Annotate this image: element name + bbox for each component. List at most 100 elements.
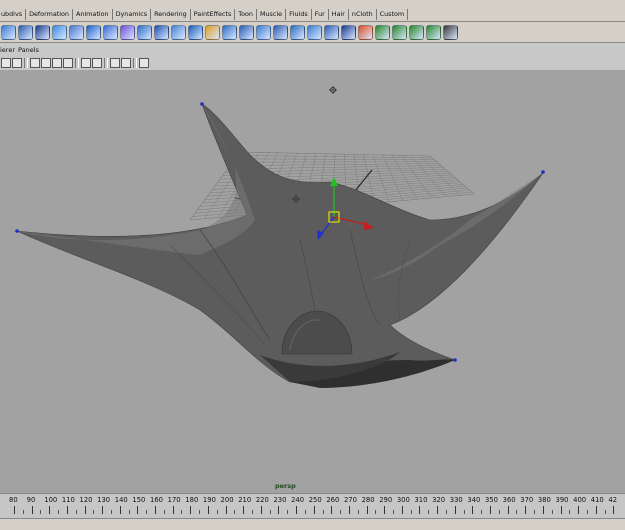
time-tick-minor (128, 510, 130, 514)
shelf-tool-18-icon[interactable] (290, 24, 305, 40)
shelf-tool-22-icon[interactable] (358, 24, 373, 40)
shelf-tool-13-icon[interactable] (205, 24, 220, 40)
panel-menu-bar: ierer Panels (0, 44, 625, 55)
time-tick-minor (357, 510, 359, 514)
shelf-tab-rendering[interactable]: Rendering (151, 9, 191, 20)
shelf-tool-26-icon[interactable] (426, 24, 441, 40)
time-tick-label: 130 (97, 496, 111, 504)
wireframe-icon[interactable] (30, 57, 40, 68)
time-tick-minor (287, 510, 289, 514)
time-tick (401, 506, 403, 514)
shelf-tool-16-icon[interactable] (256, 24, 271, 40)
range-slider[interactable] (0, 518, 625, 530)
time-tick-minor (481, 510, 483, 514)
shelf-tab-toon[interactable]: Toon (235, 9, 257, 20)
time-tick-minor (58, 510, 60, 514)
shelf-tool-9-icon[interactable] (137, 24, 152, 40)
time-tick-minor (146, 510, 148, 514)
time-tick-minor (22, 510, 24, 514)
shelf-tab-muscle[interactable]: Muscle (257, 9, 287, 20)
time-tick (366, 506, 368, 514)
shelf-tool-24-icon[interactable] (392, 24, 407, 40)
time-tick-label: 190 (202, 496, 216, 504)
time-tick-minor (604, 510, 606, 514)
time-tick-minor (516, 510, 518, 514)
shelf-tab-hair[interactable]: Hair (329, 9, 349, 20)
time-tick-minor (93, 510, 95, 514)
time-tick (84, 506, 86, 514)
xray-icon[interactable] (81, 57, 91, 68)
time-tick (278, 506, 280, 514)
time-tick-minor (234, 510, 236, 514)
time-slider-labels: 80 90 100 110 120 130 140 150 160 170 180 190 200 210… (0, 496, 625, 505)
shelf-tab-deformation[interactable]: Deformation (26, 9, 73, 20)
textured-icon[interactable] (52, 57, 62, 68)
time-tick (207, 506, 209, 514)
cloth-mesh[interactable] (16, 103, 544, 388)
time-tick-minor (340, 510, 342, 514)
time-tick (190, 506, 192, 514)
resolution-gate-icon[interactable] (121, 57, 131, 68)
scene-render (15, 86, 545, 388)
time-tick-minor (534, 510, 536, 514)
manip-y-arrow-icon[interactable] (330, 177, 338, 186)
time-tick-minor (586, 510, 588, 514)
time-tick (348, 506, 350, 514)
grid-icon[interactable] (110, 57, 120, 68)
time-tick (437, 506, 439, 514)
lights-icon[interactable] (63, 57, 73, 68)
shelf-tool-2-icon[interactable] (18, 24, 33, 40)
menu-renderer[interactable]: ierer (0, 46, 18, 54)
time-tick-label: 120 (79, 496, 93, 504)
shelf-tool-6-icon[interactable] (86, 24, 101, 40)
perspective-viewport[interactable]: persp (0, 70, 625, 493)
render-icon[interactable] (139, 57, 149, 68)
shelf-tool-23-icon[interactable] (375, 24, 390, 40)
shelf-tool-15-icon[interactable] (239, 24, 254, 40)
locator-icon[interactable] (329, 86, 337, 94)
select-camera-icon[interactable] (1, 57, 11, 68)
shelf-tool-11-icon[interactable] (171, 24, 186, 40)
shelf-tool-1-icon[interactable] (1, 24, 16, 40)
time-tick-minor (375, 510, 377, 514)
shelf-tool-8-icon[interactable] (120, 24, 135, 40)
time-tick-label: 80 (9, 496, 18, 504)
toolbar-separator (133, 57, 137, 68)
time-tick-minor (551, 510, 553, 514)
shelf-tool-20-icon[interactable] (324, 24, 339, 40)
shelf-tool-27-icon[interactable] (443, 24, 458, 40)
menu-panels[interactable]: Panels (18, 46, 42, 54)
camera-attributes-icon[interactable] (12, 57, 22, 68)
shelf-tab-animation[interactable]: Animation (73, 9, 113, 20)
shelf-tab-custom[interactable]: Custom (377, 9, 409, 20)
time-tick-label: 400 (573, 496, 587, 504)
shelf-tool-14-icon[interactable] (222, 24, 237, 40)
time-slider[interactable]: 80 90 100 110 120 130 140 150 160 170 180 190 200 210… (0, 493, 625, 518)
time-tick-label: 42 (608, 496, 618, 504)
isolate-icon[interactable] (92, 57, 102, 68)
time-tick (49, 506, 51, 514)
shelf-tool-19-icon[interactable] (307, 24, 322, 40)
shelf-tool-12-icon[interactable] (188, 24, 203, 40)
shelf-tool-21-icon[interactable] (341, 24, 356, 40)
shelf-tab-ncloth[interactable]: nCloth (349, 9, 377, 20)
shelf-tool-3-icon[interactable] (35, 24, 50, 40)
shelf-tab-fur[interactable]: Fur (312, 9, 329, 20)
shelf-tool-5-icon[interactable] (69, 24, 84, 40)
shelf-tab-dynamics[interactable]: Dynamics (113, 9, 152, 20)
shelf-tool-7-icon[interactable] (103, 24, 118, 40)
shelf-tab-painteffects[interactable]: PaintEffects (191, 9, 236, 20)
time-tick (542, 506, 544, 514)
smooth-shade-icon[interactable] (41, 57, 51, 68)
time-tick (419, 506, 421, 514)
shelf-tab-ubdivs[interactable]: ubdivs (0, 9, 27, 20)
time-tick (260, 506, 262, 514)
shelf-tool-25-icon[interactable] (409, 24, 424, 40)
shelf-tab-fluids[interactable]: Fluids (286, 9, 312, 20)
time-tick (525, 506, 527, 514)
shelf-tool-4-icon[interactable] (52, 24, 67, 40)
time-tick (31, 506, 33, 514)
shelf-tool-10-icon[interactable] (154, 24, 169, 40)
shelf-tool-17-icon[interactable] (273, 24, 288, 40)
time-tick-label: 310 (414, 496, 428, 504)
